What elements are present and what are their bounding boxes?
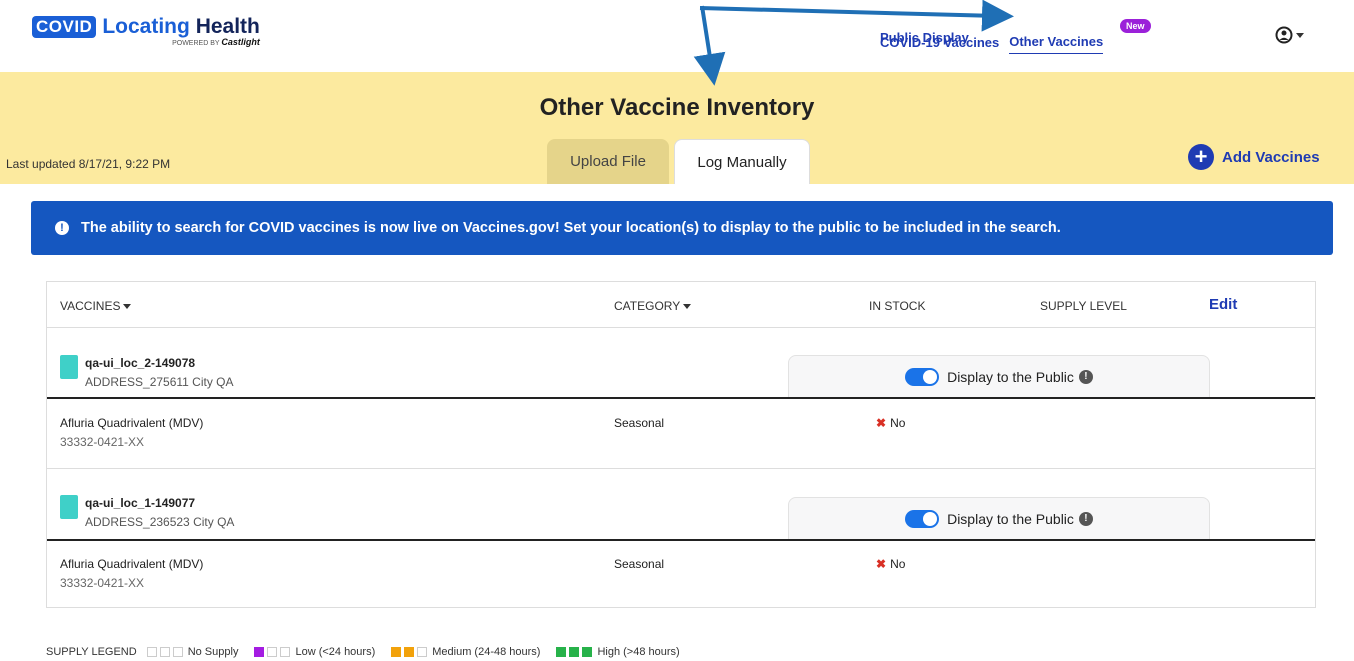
divider xyxy=(47,397,1315,399)
column-vaccines[interactable]: VACCINES xyxy=(60,299,132,313)
legend-swatch xyxy=(280,647,291,657)
display-public-toggle[interactable] xyxy=(905,367,940,386)
user-circle-icon xyxy=(1275,26,1293,44)
column-supply-level: SUPPLY LEVEL xyxy=(1040,299,1127,313)
legend-no-supply: No Supply xyxy=(187,646,239,658)
info-icon[interactable]: ! xyxy=(1078,369,1093,384)
logo[interactable]: COVID Locating Health POWERED BY Castlig… xyxy=(32,16,260,47)
legend-swatch xyxy=(582,647,593,657)
edit-button[interactable]: Edit xyxy=(1209,296,1237,313)
x-icon: ✖ xyxy=(876,416,887,430)
legend-title: SUPPLY LEGEND xyxy=(46,646,137,658)
display-public-panel: Display to the Public ! xyxy=(788,355,1210,397)
alert-icon: ! xyxy=(55,221,69,235)
vaccine-code: 33332-0421-XX xyxy=(60,435,145,449)
chevron-down-icon xyxy=(1296,32,1304,38)
vaccine-name: Afluria Quadrivalent (MDV) xyxy=(60,416,204,430)
logo-title: Locating Health xyxy=(102,15,260,38)
legend-swatch xyxy=(391,647,402,657)
column-category[interactable]: CATEGORY xyxy=(614,299,692,313)
vaccine-in-stock: ✖ No xyxy=(876,557,906,571)
vaccine-category: Seasonal xyxy=(614,557,665,571)
logo-powered-by: POWERED BY Castlight xyxy=(172,37,260,47)
info-banner: ! The ability to search for COVID vaccin… xyxy=(31,201,1333,255)
add-vaccines-label: Add Vaccines xyxy=(1222,148,1320,166)
vaccine-table: VACCINES CATEGORY IN STOCK SUPPLY LEVEL … xyxy=(46,281,1316,608)
caret-down-icon xyxy=(123,304,132,310)
vaccine-code: 33332-0421-XX xyxy=(60,576,145,590)
legend-swatch xyxy=(267,647,278,657)
location-name: qa-ui_loc_2-149078 xyxy=(85,356,196,370)
vaccine-category: Seasonal xyxy=(614,416,665,430)
logo-badge: COVID xyxy=(32,16,97,38)
display-public-label: Display to the Public xyxy=(947,510,1074,527)
vaccine-in-stock: ✖ No xyxy=(876,416,906,430)
nav-other-vaccines[interactable]: Other Vaccines xyxy=(1009,34,1104,54)
info-icon[interactable]: ! xyxy=(1078,511,1093,526)
top-header: COVID Locating Health POWERED BY Castlig… xyxy=(0,0,1354,72)
display-public-panel: Display to the Public ! xyxy=(788,497,1210,539)
divider xyxy=(47,327,1315,328)
legend-swatch xyxy=(569,647,580,657)
tab-upload-file[interactable]: Upload File xyxy=(547,139,669,184)
legend-low: Low (<24 hours) xyxy=(295,646,376,658)
display-public-toggle[interactable] xyxy=(905,509,940,528)
location-address: ADDRESS_275611 City QA xyxy=(85,375,234,389)
display-public-label: Display to the Public xyxy=(947,368,1074,385)
legend-swatch xyxy=(172,647,183,657)
location-name: qa-ui_loc_1-149077 xyxy=(85,496,196,510)
legend-medium: Medium (24-48 hours) xyxy=(432,646,541,658)
last-updated: Last updated 8/17/21, 9:22 PM xyxy=(6,157,171,171)
vaccine-name: Afluria Quadrivalent (MDV) xyxy=(60,557,204,571)
supply-legend: SUPPLY LEGEND No Supply Low (<24 hours) … xyxy=(46,646,696,658)
legend-swatch xyxy=(146,647,157,657)
account-menu[interactable] xyxy=(1275,26,1304,44)
building-icon xyxy=(60,355,78,379)
column-in-stock: IN STOCK xyxy=(869,299,926,313)
banner-text: The ability to search for COVID vaccines… xyxy=(81,220,1061,236)
legend-swatch xyxy=(254,647,265,657)
building-icon xyxy=(60,495,78,519)
legend-swatch xyxy=(417,647,428,657)
divider xyxy=(47,539,1315,541)
divider xyxy=(47,468,1315,469)
nav-public-display[interactable]: Public Display xyxy=(880,30,969,45)
plus-circle-icon: + xyxy=(1188,144,1214,170)
new-badge: New xyxy=(1120,19,1151,33)
page-title: Other Vaccine Inventory xyxy=(539,94,815,121)
legend-swatch xyxy=(404,647,415,657)
legend-swatch xyxy=(556,647,567,657)
x-icon: ✖ xyxy=(876,557,887,571)
legend-swatch xyxy=(159,647,170,657)
caret-down-icon xyxy=(683,304,692,310)
legend-high: High (>48 hours) xyxy=(597,646,680,658)
location-address: ADDRESS_236523 City QA xyxy=(85,515,235,529)
add-vaccines-button[interactable]: + Add Vaccines xyxy=(1188,144,1320,170)
tab-log-manually[interactable]: Log Manually xyxy=(674,139,810,184)
